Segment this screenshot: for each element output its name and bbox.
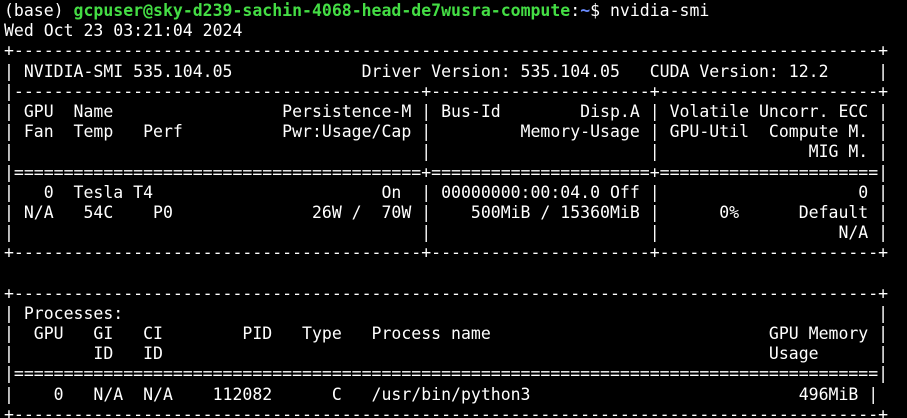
processes-title-row: | Processes: | <box>4 303 889 323</box>
prompt-symbol: $ <box>590 1 610 20</box>
working-directory: ~ <box>580 1 591 20</box>
table-double-divider: |=======================================… <box>4 162 889 182</box>
terminal-window[interactable]: (base) gcpuser@sky-d239-sachin-4068-head… <box>4 1 907 418</box>
gpu-header-row-2: | Fan Temp Perf Pwr:Usage/Cap | Memory-U… <box>4 122 889 142</box>
table-border-top: +---------------------------------------… <box>4 41 889 61</box>
processes-header-row-1: | GPU GI CI PID Type Process name GPU Me… <box>4 324 889 343</box>
processes-header-row-2: | ID ID Usage | <box>4 344 889 364</box>
gpu-header-row-1: | GPU Name Persistence-M | Bus-Id Disp.A… <box>4 101 889 121</box>
conda-env-label: (base) <box>4 1 74 20</box>
command-text: nvidia-smi <box>610 1 710 20</box>
prompt-line: (base) gcpuser@sky-d239-sachin-4068-head… <box>4 1 907 21</box>
prompt-separator: : <box>570 1 581 20</box>
timestamp-line: Wed Oct 23 03:21:04 2024 <box>4 21 243 41</box>
gpu-header-row-3: | | | MIG M. | <box>4 142 889 162</box>
table-border-bottom: +---------------------------------------… <box>4 243 889 263</box>
process-row: | 0 N/A N/A 112082 C /usr/bin/python3 49… <box>4 384 879 404</box>
processes-border-bottom: +---------------------------------------… <box>4 404 889 418</box>
gpu-row-2: | N/A 54C P0 26W / 70W | 500MiB / 15360M… <box>4 202 889 222</box>
table-divider: |---------------------------------------… <box>4 81 889 101</box>
processes-border-top: +---------------------------------------… <box>4 283 889 303</box>
processes-double-divider: |=======================================… <box>4 364 889 384</box>
gpu-row-3: | | | N/A | <box>4 223 889 243</box>
version-info-row: | NVIDIA-SMI 535.104.05 Driver Version: … <box>4 61 889 81</box>
gpu-row-1: | 0 Tesla T4 On | 00000000:00:04.0 Off |… <box>4 182 889 202</box>
user-host-label: gcpuser@sky-d239-sachin-4068-head-de7wus… <box>73 1 571 20</box>
